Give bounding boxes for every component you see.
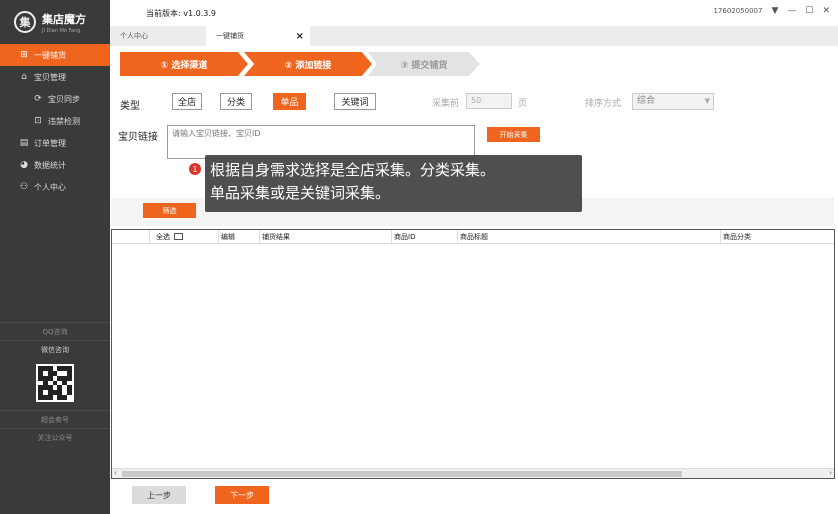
sidebar-item-label: 一键铺货	[34, 50, 66, 60]
type-option-category[interactable]: 分类	[220, 93, 252, 110]
sidebar-item-label: 个人中心	[34, 182, 66, 192]
sidebar-item-label: 数据统计	[34, 160, 66, 170]
tip-badge: 1	[189, 163, 201, 175]
horizontal-scrollbar[interactable]: ‹ ›	[112, 468, 834, 478]
close-tab-icon[interactable]: ×	[296, 31, 304, 42]
sidebar-item-4[interactable]: ▤ 订单管理	[0, 132, 110, 154]
tab-label: 个人中心	[120, 32, 148, 40]
guide-tooltip: 根据自身需求选择是全店采集。分类采集。 单品采集或是关键词采集。	[205, 155, 582, 212]
nav-icon: ⊡	[34, 116, 42, 126]
tab-label: 一键铺货	[216, 32, 244, 40]
tooltip-line-2: 单品采集或是关键词采集。	[210, 184, 391, 202]
sidebar-item-6[interactable]: ⚇ 个人中心	[0, 176, 110, 198]
column-header-category: 商品分类	[723, 233, 751, 241]
collect-prefix-label: 采集前	[432, 99, 460, 109]
window-controls: 17602050007 ▼ — ☐ ✕	[713, 6, 830, 16]
collect-unit-label: 页	[518, 99, 528, 109]
sort-value: 综合	[637, 96, 656, 106]
link-input[interactable]: 请输入宝贝链接、宝贝ID	[167, 125, 475, 159]
start-collect-button[interactable]: 开始采集	[487, 127, 540, 142]
column-header-product-id: 商品ID	[394, 233, 416, 241]
column-header-result: 铺货结果	[262, 233, 290, 241]
app-title: 集店魔方	[42, 12, 86, 26]
column-divider	[720, 230, 721, 244]
type-option-single[interactable]: 单品	[273, 93, 306, 110]
version-text: 当前版本: v1.0.3.9	[146, 8, 216, 18]
column-header-edit: 编辑	[221, 233, 235, 241]
qq-consult-link[interactable]: QQ咨询	[0, 322, 110, 340]
checkbox-icon[interactable]	[174, 233, 184, 240]
sidebar-item-2[interactable]: ⟳ 宝贝同步	[0, 88, 110, 110]
filter-button[interactable]: 筛选	[143, 203, 196, 218]
sidebar-item-label: 宝贝管理	[34, 72, 66, 82]
scrollbar-thumb[interactable]	[122, 471, 682, 477]
column-divider	[391, 230, 392, 244]
sidebar: 集 集店魔方 JI Dian Mo Fang ⊞ 一键铺货 ⌂ 宝贝管理 ⟳ 宝贝同步 ⊡ 违…	[0, 0, 110, 514]
column-divider	[457, 230, 458, 244]
user-account[interactable]: 17602050007	[713, 7, 762, 15]
nav-icon: ◕	[20, 160, 28, 170]
chevron-down-icon: ▼	[704, 97, 710, 105]
link-label: 宝贝链接	[118, 132, 158, 143]
results-table: 全选 编辑 铺货结果 商品ID 商品标题 商品分类 ‹ ›	[111, 229, 835, 479]
dropdown-arrow-icon[interactable]: ▼	[771, 6, 778, 16]
tab-personal-center[interactable]: 个人中心	[110, 26, 206, 46]
collect-pages-input[interactable]: 50	[466, 93, 512, 109]
sidebar-item-5[interactable]: ◕ 数据统计	[0, 154, 110, 176]
maximize-icon[interactable]: ☐	[805, 6, 813, 16]
follow-account-link[interactable]: 关注公众号	[0, 428, 110, 446]
nav-icon: ⊞	[20, 50, 28, 60]
type-label: 类型	[120, 101, 140, 112]
qr-code-image	[36, 364, 74, 402]
table-header: 全选 编辑 铺货结果 商品ID 商品标题 商品分类	[112, 230, 834, 244]
previous-step-button[interactable]: 上一步	[132, 486, 186, 504]
logo-icon: 集	[14, 11, 36, 33]
column-divider	[149, 230, 150, 244]
sidebar-item-1[interactable]: ⌂ 宝贝管理	[0, 66, 110, 88]
sell-account-link[interactable]: 超会卖号	[0, 410, 110, 428]
select-all-checkbox[interactable]: 全选	[156, 232, 184, 242]
sort-label: 排序方式	[585, 99, 622, 109]
sidebar-item-0[interactable]: ⊞ 一键铺货	[0, 44, 110, 66]
tooltip-line-1: 根据自身需求选择是全店采集。分类采集。	[210, 161, 496, 179]
tab-bar: 个人中心 一键铺货 ×	[110, 26, 838, 46]
nav-icon: ⌂	[21, 72, 27, 82]
sidebar-bottom: QQ咨询 微信咨询 超会卖号 关注公众号	[0, 322, 110, 446]
sidebar-nav: ⊞ 一键铺货 ⌂ 宝贝管理 ⟳ 宝贝同步 ⊡ 违禁检测 ▤ 订单管理 ◕ 数据统计 ⚇ 个人中心	[0, 44, 110, 198]
sort-select[interactable]: 综合 ▼	[632, 93, 714, 110]
minimize-icon[interactable]: —	[787, 6, 796, 16]
sidebar-item-label: 订单管理	[34, 138, 66, 148]
nav-icon: ⟳	[34, 94, 42, 104]
wechat-consult-link[interactable]: 微信咨询	[0, 340, 110, 358]
scroll-left-icon[interactable]: ‹	[114, 469, 117, 477]
step-select-channel: ① 选择渠道	[120, 52, 248, 76]
sidebar-item-3[interactable]: ⊡ 违禁检测	[0, 110, 110, 132]
nav-icon: ⚇	[19, 182, 29, 192]
next-step-button[interactable]: 下一步	[215, 486, 269, 504]
type-option-keyword[interactable]: 关键词	[334, 93, 376, 110]
tab-one-click-listing[interactable]: 一键铺货 ×	[206, 26, 310, 46]
step-add-link: ② 添加链接	[244, 52, 372, 76]
app-logo: 集 集店魔方 JI Dian Mo Fang	[0, 0, 110, 44]
step-submit-listing: ③ 提交铺货	[368, 52, 480, 76]
app-subtitle: JI Dian Mo Fang	[42, 27, 81, 34]
scroll-right-icon[interactable]: ›	[829, 469, 832, 477]
column-divider	[218, 230, 219, 244]
sidebar-item-label: 违禁检测	[48, 116, 80, 126]
column-divider	[259, 230, 260, 244]
type-option-store[interactable]: 全店	[172, 93, 202, 110]
column-header-title: 商品标题	[460, 233, 488, 241]
qr-code-wrap	[0, 358, 110, 410]
nav-icon: ▤	[19, 138, 29, 148]
sidebar-item-label: 宝贝同步	[48, 94, 80, 104]
close-window-icon[interactable]: ✕	[822, 6, 830, 16]
